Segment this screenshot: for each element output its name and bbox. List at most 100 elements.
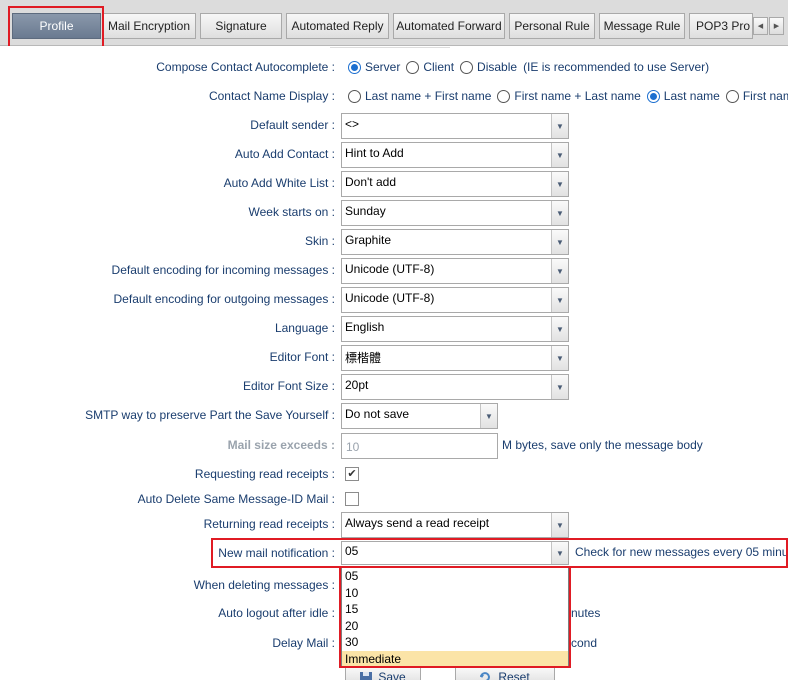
chevron-down-icon[interactable]: ▼ [551,114,568,138]
editor-font-size-label: Editor Font Size : [242,379,335,393]
chevron-down-icon[interactable]: ▼ [551,542,568,564]
radio-client[interactable]: Client [406,60,454,74]
auto-delete-checkbox[interactable] [345,492,359,506]
scroll-right-icon[interactable]: ▶ [769,17,784,35]
tab-profile[interactable]: Profile [12,13,101,39]
returning-receipts-row: Returning read receipts : Always send a … [0,511,788,539]
tab-label: Signature [215,19,267,33]
select-value: 05 [345,544,359,558]
outgoing-encoding-select[interactable]: Unicode (UTF-8) ▼ [341,287,569,313]
radio-disable[interactable]: Disable [460,60,517,74]
auto-add-whitelist-row: Auto Add White List : Don't add ▼ [0,170,788,198]
radio-last-name[interactable]: Last name [646,89,720,103]
chevron-down-icon[interactable]: ▼ [480,404,497,428]
compose-autocomplete-row: Compose Contact Autocomplete : Server Cl… [0,54,788,82]
smtp-preserve-select[interactable]: Do not save ▼ [341,403,498,429]
select-value: Sunday [345,204,386,218]
new-mail-notification-select[interactable]: 05 ▼ [341,541,569,565]
chevron-down-icon[interactable]: ▼ [551,513,568,537]
tab-label: Profile [39,19,74,33]
read-receipts-row: Requesting read receipts : ✔ [0,461,788,489]
tab-automated-forward[interactable]: Automated Forward [393,13,505,39]
chevron-down-icon[interactable]: ▼ [551,201,568,225]
auto-add-whitelist-select[interactable]: Don't add ▼ [341,171,569,197]
language-select[interactable]: English ▼ [341,316,569,342]
radio-first-name[interactable]: First nam [725,89,788,103]
auto-delete-label: Auto Delete Same Message-ID Mail : [137,492,335,506]
chevron-down-icon[interactable]: ▼ [551,259,568,283]
chevron-down-icon[interactable]: ▼ [551,288,568,312]
save-icon [360,672,373,680]
auto-logout-suffix: nutes [571,606,601,620]
save-label: Save [378,670,406,680]
notification-option[interactable]: 05 [342,568,568,585]
select-value: 標楷體 [345,351,382,365]
radio-label: Last name + First name [365,89,492,103]
select-value: Unicode (UTF-8) [345,291,435,305]
chevron-down-icon[interactable]: ▼ [551,143,568,167]
contact-name-display-row: Contact Name Display : Last name + First… [0,83,788,111]
radio-dot [406,60,420,74]
notification-dropdown-list: 05 10 15 20 30 Immediate [341,567,569,667]
radio-label: Disable [477,60,518,74]
default-sender-select[interactable]: <> ▼ [341,113,569,139]
radio-dot [646,89,660,103]
incoming-encoding-select[interactable]: Unicode (UTF-8) ▼ [341,258,569,284]
select-value: Hint to Add [345,146,404,160]
reset-label: Reset [498,670,530,680]
returning-receipts-select[interactable]: Always send a read receipt ▼ [341,512,569,538]
editor-font-size-row: Editor Font Size : 20pt ▼ [0,373,788,401]
when-deleting-label: When deleting messages : [193,578,335,592]
radio-dot [348,89,361,103]
tab-label: POP3 Pro [696,19,751,33]
notification-option[interactable]: 10 [342,585,568,602]
tab-message-rule[interactable]: Message Rule [599,13,685,39]
auto-delete-row: Auto Delete Same Message-ID Mail : [0,486,788,514]
tab-label: Mail Encryption [107,19,191,33]
delay-mail-suffix: cond [571,636,598,650]
select-value: <> [345,117,360,131]
radio-dot [460,60,474,74]
editor-font-select[interactable]: 標楷體 ▼ [341,345,569,371]
week-starts-select[interactable]: Sunday ▼ [341,200,569,226]
chevron-down-icon[interactable]: ▼ [551,172,568,196]
notification-option[interactable]: 30 [342,634,568,651]
notification-option[interactable]: 15 [342,601,568,618]
editor-font-row: Editor Font : 標楷體 ▼ [0,344,788,372]
chevron-down-icon[interactable]: ▼ [551,375,568,399]
radio-last-first[interactable]: Last name + First name [348,89,491,103]
new-mail-notification-hint: Check for new messages every 05 minute [575,545,788,559]
delay-mail-label: Delay Mail : [272,636,335,650]
new-mail-notification-row: New mail notification : 05 ▼ Check for n… [0,540,788,568]
read-receipts-checkbox[interactable]: ✔ [345,467,359,481]
radio-dot [497,89,511,103]
reset-button[interactable]: Reset [455,666,555,680]
tab-pop3[interactable]: POP3 Pro [689,13,753,39]
tab-automated-reply[interactable]: Automated Reply [286,13,389,39]
radio-server[interactable]: Server [348,60,400,74]
notification-option-highlighted[interactable]: Immediate [342,650,568,667]
tab-mail-encryption[interactable]: Mail Encryption [102,13,196,39]
mail-size-suffix: M bytes, save only the message body [502,438,703,452]
tab-label: Message Rule [603,19,681,33]
clipped-row [330,46,450,48]
radio-first-last[interactable]: First name + Last name [497,89,641,103]
auto-add-contact-select[interactable]: Hint to Add ▼ [341,142,569,168]
chevron-down-icon[interactable]: ▼ [551,230,568,254]
editor-font-size-select[interactable]: 20pt ▼ [341,374,569,400]
skin-select[interactable]: Graphite ▼ [341,229,569,255]
scroll-left-icon[interactable]: ◀ [753,17,768,35]
smtp-preserve-label: SMTP way to preserve Part the Save Yours… [85,408,335,422]
radio-dot [348,60,361,74]
select-value: Graphite [345,233,392,247]
chevron-down-icon[interactable]: ▼ [551,346,568,370]
auto-logout-label: Auto logout after idle : [218,606,335,620]
notification-option[interactable]: 20 [342,618,568,635]
outgoing-encoding-row: Default encoding for outgoing messages :… [0,286,788,314]
mail-size-input[interactable]: 10 [341,433,498,459]
chevron-down-icon[interactable]: ▼ [551,317,568,341]
tab-personal-rule[interactable]: Personal Rule [509,13,595,39]
tab-signature[interactable]: Signature [200,13,282,39]
save-button[interactable]: Save [345,666,421,680]
select-value: Do not save [345,407,410,421]
